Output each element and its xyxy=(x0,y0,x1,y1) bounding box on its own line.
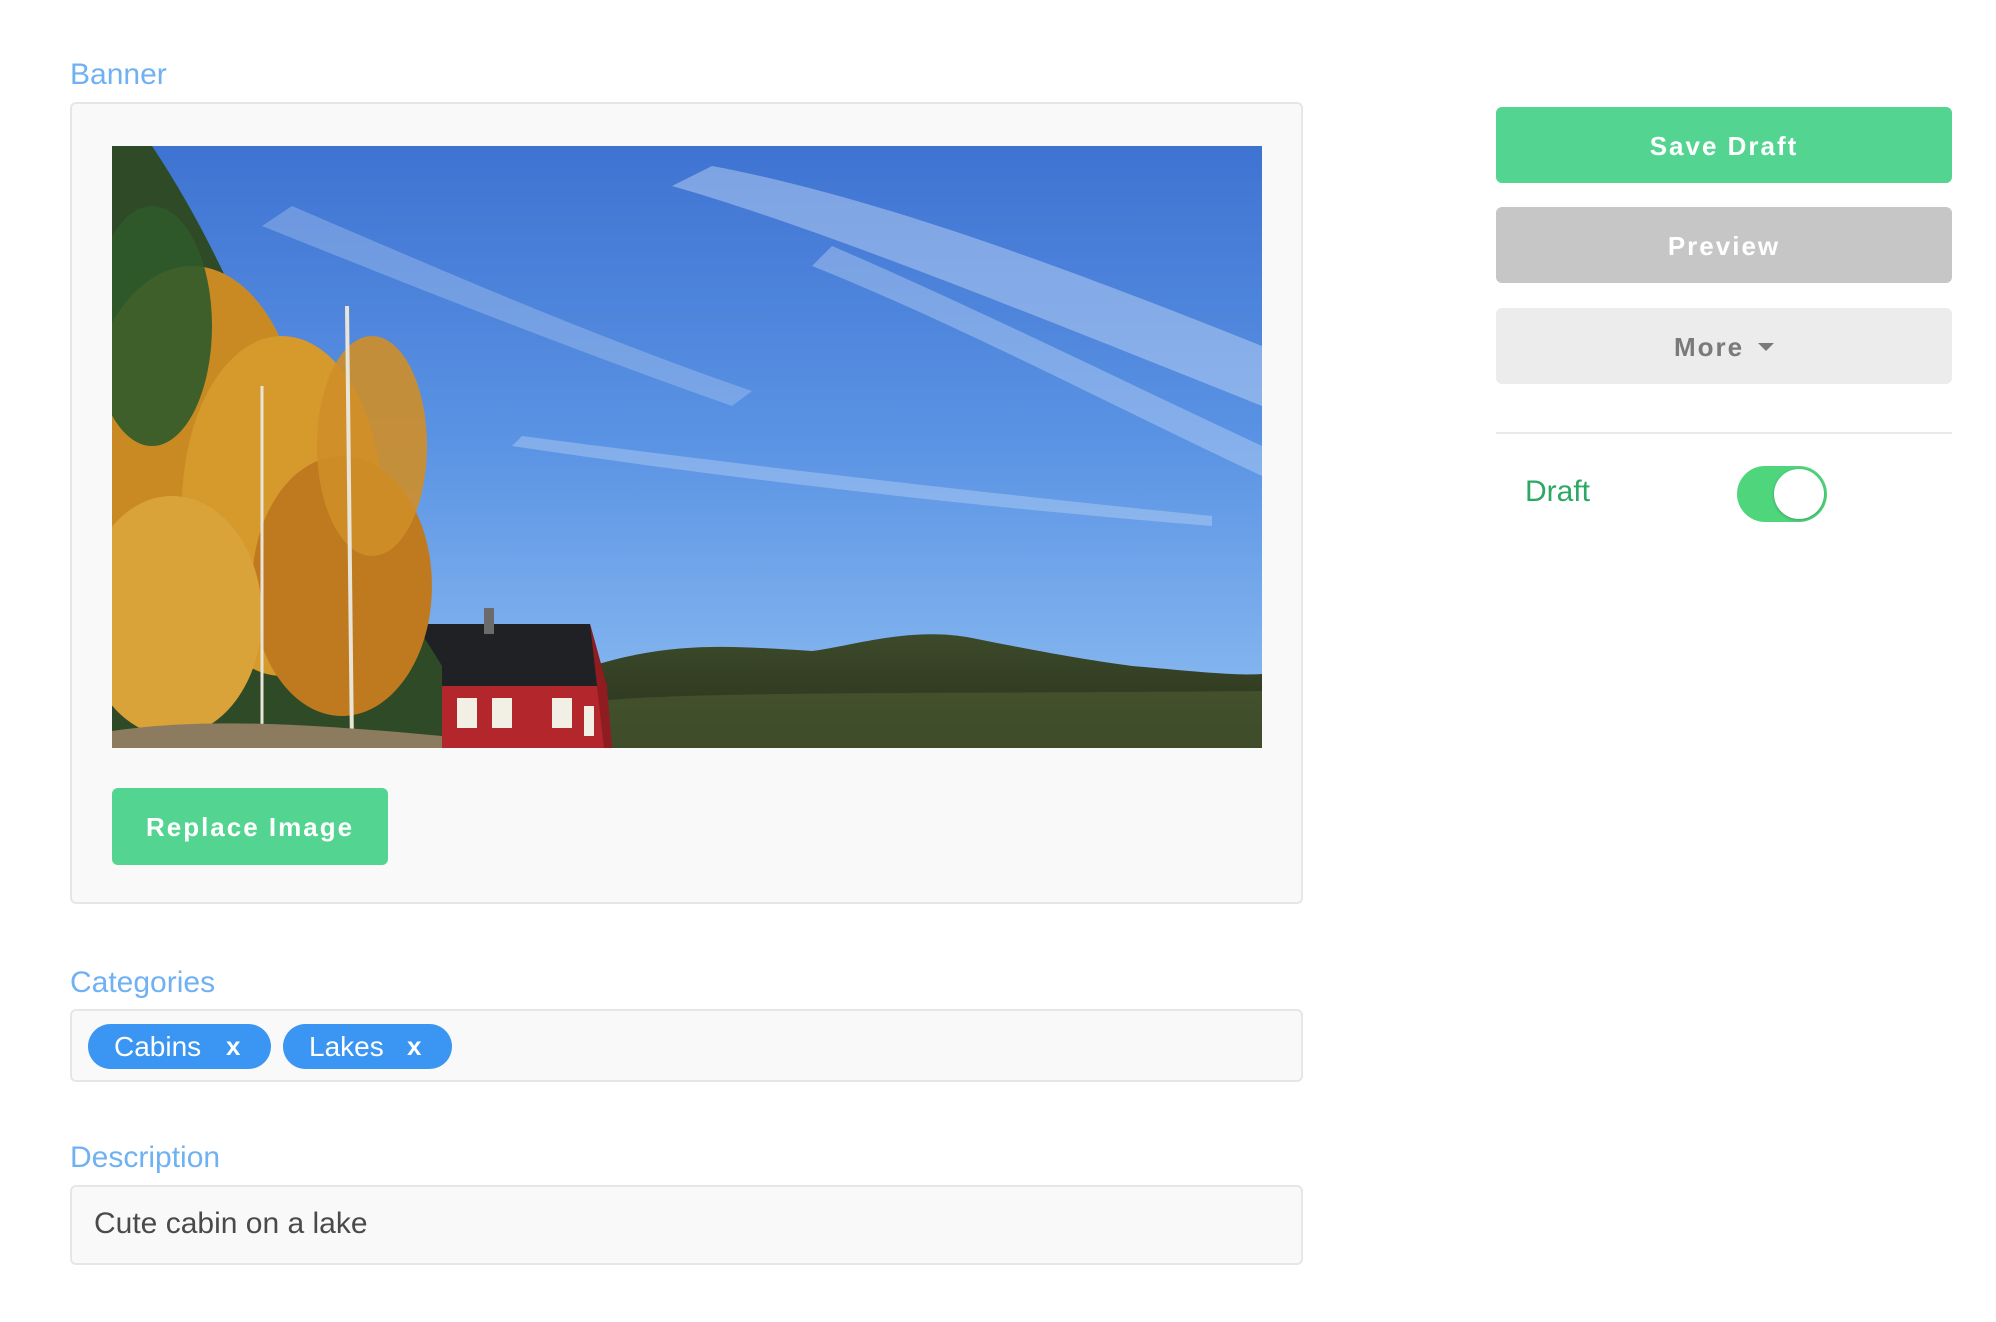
categories-input[interactable]: Cabins x Lakes x xyxy=(70,1009,1303,1082)
more-dropdown-button[interactable]: More xyxy=(1496,308,1952,384)
description-input[interactable] xyxy=(94,1207,1274,1241)
description-label: Description xyxy=(70,1141,221,1174)
sidebar-divider xyxy=(1496,432,1952,434)
tag-label: Lakes xyxy=(309,1031,384,1062)
banner-panel: Replace Image xyxy=(70,102,1303,904)
more-button-label: More xyxy=(1673,332,1745,362)
banner-image xyxy=(112,146,1262,748)
remove-tag-icon[interactable]: x xyxy=(226,1024,240,1069)
tag-label: Cabins xyxy=(114,1031,202,1062)
category-tag-lakes: Lakes x xyxy=(283,1024,452,1069)
draft-toggle[interactable] xyxy=(1737,466,1827,522)
toggle-knob xyxy=(1774,469,1824,519)
banner-label: Banner xyxy=(70,58,167,91)
draft-toggle-label: Draft xyxy=(1525,475,1591,508)
remove-tag-icon[interactable]: x xyxy=(407,1024,421,1069)
preview-button[interactable]: Preview xyxy=(1496,207,1952,283)
replace-image-button[interactable]: Replace Image xyxy=(112,788,388,865)
categories-label: Categories xyxy=(70,966,216,999)
description-field xyxy=(70,1185,1303,1265)
chevron-down-icon xyxy=(1758,343,1775,352)
category-tag-cabins: Cabins x xyxy=(88,1024,271,1069)
save-draft-button[interactable]: Save Draft xyxy=(1496,107,1952,183)
